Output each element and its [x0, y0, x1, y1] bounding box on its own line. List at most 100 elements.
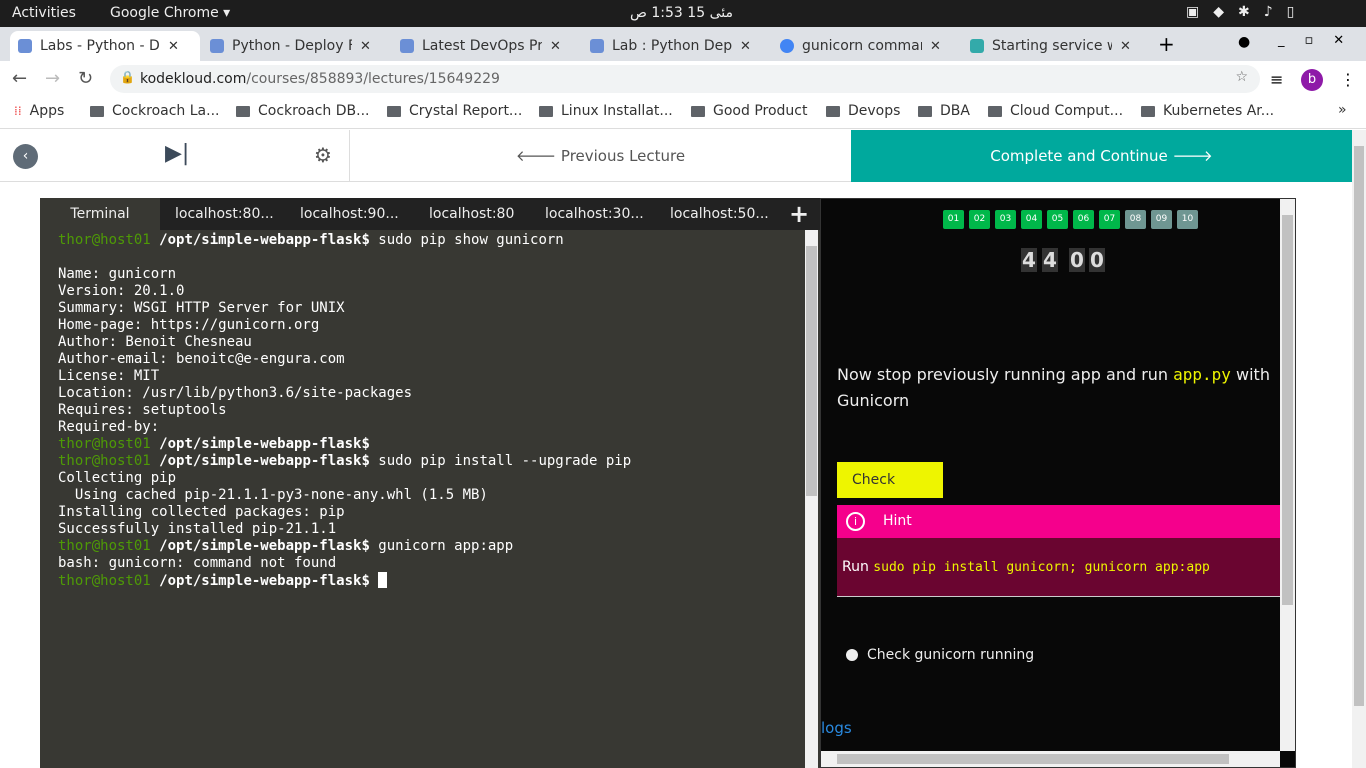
panel-scrollbar[interactable] [1280, 199, 1295, 751]
page-scrollbar[interactable] [1352, 130, 1366, 768]
clock[interactable]: مئی 15 1:53 ص [630, 5, 733, 21]
activities-button[interactable]: Activities [12, 5, 76, 21]
site-favicon-icon [970, 39, 984, 53]
terminal-line: Location: /usr/lib/python3.6/site-packag… [58, 385, 631, 402]
bookmark-folder[interactable]: Cockroach La... [90, 103, 220, 119]
reload-icon[interactable]: ↻ [78, 68, 93, 89]
tab-localhost[interactable]: localhost:30... [545, 198, 644, 230]
settings-gear-icon[interactable]: ⚙ [314, 143, 332, 167]
question-indicator[interactable]: 03 [995, 210, 1016, 229]
tab[interactable]: Starting service wi ✕ [962, 31, 1152, 61]
timer-digit: 0 [1069, 248, 1085, 272]
window-controls[interactable]: _▫✕ [1278, 33, 1364, 48]
close-tab-icon[interactable]: ✕ [930, 39, 941, 54]
folder-icon [539, 105, 553, 117]
prompt-user: thor@host01 [58, 573, 151, 589]
menu-icon[interactable]: ⋮ [1340, 70, 1356, 89]
close-tab-icon[interactable]: ✕ [740, 39, 751, 54]
close-tab-icon[interactable]: ✕ [1120, 39, 1131, 54]
question-indicator[interactable]: 06 [1073, 210, 1094, 229]
terminal-line: Using cached pip-21.1.1-py3-none-any.whl… [58, 487, 631, 504]
tab-search-icon[interactable]: ● [1238, 34, 1250, 50]
folder-icon [1141, 105, 1155, 117]
tab-localhost[interactable]: localhost:80 [429, 198, 514, 230]
question-indicator[interactable]: 01 [943, 210, 964, 229]
tab-localhost[interactable]: localhost:90... [300, 198, 399, 230]
bookmark-folder[interactable]: Devops [826, 103, 900, 119]
hint-body: Run sudo pip install gunicorn; gunicorn … [837, 538, 1280, 597]
tab-title: Starting service wi [992, 38, 1112, 54]
tab[interactable]: Labs - Python - Dep ✕ [10, 31, 200, 61]
more-bookmarks-icon[interactable]: » [1338, 102, 1347, 118]
tab[interactable]: Python - Deploy Fla ✕ [202, 31, 392, 61]
folder-icon [387, 105, 401, 117]
logs-link[interactable]: logs [821, 719, 852, 737]
complete-and-continue-button[interactable]: Complete and Continue 🡒 [851, 130, 1352, 182]
task-label: Check gunicorn running [867, 647, 1035, 663]
back-icon[interactable]: ← [12, 68, 27, 89]
bookmark-label: Kubernetes Ar... [1163, 103, 1275, 119]
tab[interactable]: gunicorn comman ✕ [772, 31, 962, 61]
bookmark-folder[interactable]: Good Product [691, 103, 807, 119]
bookmark-folder[interactable]: Kubernetes Ar... [1141, 103, 1274, 119]
add-tab-button[interactable]: + [789, 198, 809, 230]
tab[interactable]: Lab : Python Deply ✕ [582, 31, 772, 61]
prompt-path: /opt/simple-webapp-flask$ [159, 538, 370, 554]
app-name: Google Chrome [110, 5, 219, 21]
question-indicator[interactable]: 09 [1151, 210, 1172, 229]
question-text: Now stop previously running app and run … [837, 362, 1277, 414]
bookmark-folder[interactable]: Crystal Report... [387, 103, 522, 119]
hint-title: Hint [883, 513, 912, 529]
kodekloud-favicon-icon [210, 39, 224, 53]
question-indicator[interactable]: 07 [1099, 210, 1120, 229]
media-icon[interactable]: ≡ [1270, 70, 1283, 89]
hint-header[interactable]: i Hint [837, 505, 1280, 538]
bookmark-folder[interactable]: Linux Installat... [539, 103, 673, 119]
terminal-line: Author: Benoit Chesneau [58, 334, 631, 351]
kodekloud-favicon-icon [18, 39, 32, 53]
close-tab-icon[interactable]: ✕ [168, 39, 179, 54]
terminal-line: Installing collected packages: pip [58, 504, 631, 521]
line-text: Using cached pip-21.1.1-py3-none-any.whl… [58, 487, 488, 503]
url-input[interactable]: 🔒 kodekloud.com/courses/858893/lectures/… [110, 65, 1260, 93]
bookmark-folder[interactable]: Cloud Comput... [988, 103, 1123, 119]
bookmark-folder[interactable]: DBA [918, 103, 970, 119]
tab-localhost[interactable]: localhost:50... [670, 198, 769, 230]
kodekloud-favicon-icon [400, 39, 414, 53]
question-indicator[interactable]: 10 [1177, 210, 1198, 229]
line-text: Successfully installed pip-21.1.1 [58, 521, 337, 537]
bookmark-folder[interactable]: Cockroach DB... [236, 103, 370, 119]
bookmark-star-icon[interactable]: ☆ [1235, 69, 1248, 85]
close-tab-icon[interactable]: ✕ [550, 39, 561, 54]
tab[interactable]: Latest DevOps Pre ✕ [392, 31, 582, 61]
bookmark-label: Cockroach La... [112, 103, 220, 119]
forward-icon[interactable]: → [45, 68, 60, 89]
prompt-path: /opt/simple-webapp-flask$ [159, 232, 370, 248]
tab-localhost[interactable]: localhost:80... [175, 198, 274, 230]
profile-avatar[interactable]: b [1301, 69, 1323, 91]
terminal-output[interactable]: thor@host01 /opt/simple-webapp-flask$ su… [58, 232, 631, 590]
question-indicator[interactable]: 02 [969, 210, 990, 229]
question-indicator[interactable]: 05 [1047, 210, 1068, 229]
question-indicator[interactable]: 04 [1021, 210, 1042, 229]
check-button[interactable]: Check [837, 462, 943, 498]
app-menu[interactable]: Google Chrome ▾ [110, 5, 230, 21]
close-tab-icon[interactable]: ✕ [360, 39, 371, 54]
prompt-user: thor@host01 [58, 453, 151, 469]
panel-horizontal-scrollbar[interactable] [821, 751, 1280, 767]
previous-lecture-button[interactable]: 🡐 Previous Lecture [349, 130, 851, 182]
line-text: Collecting pip [58, 470, 177, 486]
new-tab-button[interactable]: + [1158, 32, 1175, 56]
hint-run: Run [842, 559, 874, 575]
bookmark-apps[interactable]: ⁞⁞ Apps [14, 103, 64, 119]
terminal-scrollbar[interactable] [805, 230, 818, 768]
collapse-sidebar-button[interactable]: ‹ [13, 144, 38, 169]
url-domain: kodekloud.com [140, 71, 247, 87]
bookmark-label: Cloud Comput... [1010, 103, 1124, 119]
terminal-line: Version: 20.1.0 [58, 283, 631, 300]
terminal-line: Collecting pip [58, 470, 631, 487]
tab-terminal[interactable]: Terminal [40, 198, 160, 230]
question-indicator[interactable]: 08 [1125, 210, 1146, 229]
line-text: sudo pip show gunicorn [369, 232, 564, 248]
system-tray-icons[interactable]: ▣◆✱♪▯ [1186, 4, 1308, 20]
